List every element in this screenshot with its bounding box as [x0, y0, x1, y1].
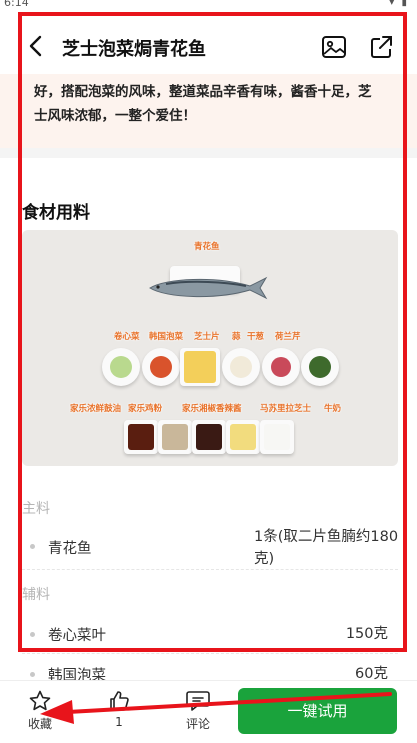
image-tag-mozzarella: 马苏里拉芝士: [260, 404, 312, 414]
bowl-soy-sauce: [124, 420, 158, 454]
image-tag-shallot: 干葱: [247, 332, 265, 342]
like-button[interactable]: 1: [89, 681, 149, 741]
image-tag-fish: 青花鱼: [194, 242, 220, 252]
star-icon: [29, 690, 51, 711]
bowl-milk: [260, 420, 294, 454]
fish-image: [149, 276, 268, 300]
ingredient-row: 卷心菜叶 150克: [22, 614, 398, 654]
bowl-mozzarella: [226, 420, 260, 454]
bowl-chili-sauce: [192, 420, 226, 454]
ingredients-title: 食材用料: [22, 203, 90, 223]
image-tag-milk: 牛奶: [324, 404, 342, 414]
share-button[interactable]: [369, 34, 393, 60]
bullet-dot: [30, 544, 35, 549]
bullet-dot: [30, 672, 35, 677]
bowl-chicken-powder: [158, 420, 192, 454]
main-ingredients-label: 主料: [22, 501, 50, 517]
ingredient-name: 青花鱼: [48, 541, 92, 557]
recipe-intro: 好，搭配泡菜的风味，整道菜品辛香有味，酱香十足，芝士风味浓郁，一整个爱住！: [0, 74, 417, 148]
plate-kimchi: [142, 348, 180, 386]
bottom-action-bar: 收藏 1 评论 一键试用: [0, 680, 417, 743]
ingredients-image: 青花鱼 卷心菜 韩国泡菜 芝士片 蒜 干葱 荷兰芹 家乐浓鲜鼓油 家乐鸡粉 家乐…: [22, 230, 398, 466]
intro-text: 好，搭配泡菜的风味，整道菜品辛香有味，酱香十足，芝士风味浓郁，一整个爱住！: [34, 84, 372, 124]
aux-ingredients-label: 辅料: [22, 587, 50, 603]
header: 芝士泡菜焗青花鱼: [0, 14, 417, 74]
section-divider: [0, 148, 417, 178]
image-tag-chicken-powder: 家乐鸡粉: [128, 404, 163, 414]
ingredient-amount: 150克: [345, 626, 388, 642]
ingredient-name: 卷心菜叶: [48, 628, 106, 644]
image-tag-kimchi: 韩国泡菜: [149, 332, 184, 342]
share-icon: [371, 36, 392, 58]
bullet-dot: [30, 632, 35, 637]
status-time: 6:14: [4, 0, 29, 9]
image-tag-cabbage: 卷心菜: [114, 332, 140, 342]
plate-garlic: [222, 348, 260, 386]
try-now-button[interactable]: 一键试用: [238, 688, 397, 734]
plate-parsley: [301, 348, 339, 386]
chevron-left-icon: [29, 35, 42, 57]
comment-icon: [186, 691, 210, 711]
image-tag-parsley: 荷兰芹: [275, 332, 301, 342]
image-tag-garlic: 蒜: [232, 332, 241, 342]
plate-cabbage: [102, 348, 140, 386]
image-tag-soy-sauce: 家乐浓鲜鼓油: [70, 404, 122, 414]
back-button[interactable]: [26, 34, 46, 58]
plate-cheese: [180, 348, 220, 386]
comment-button[interactable]: 评论: [168, 681, 228, 741]
favorite-label: 收藏: [27, 717, 52, 731]
status-bar: 6:14 ▾ ▮: [0, 0, 417, 14]
comment-label: 评论: [185, 717, 210, 731]
ingredient-amount: 1条(取二片鱼腩约180克): [254, 529, 399, 567]
image-tag-chili-sauce: 家乐湘椒香辣酱: [182, 404, 242, 414]
thumbs-up-icon: [110, 691, 129, 711]
ingredient-row: 青花鱼 1条(取二片鱼腩约180克): [22, 522, 398, 570]
plate-shallot: [262, 348, 300, 386]
like-count: 1: [115, 715, 123, 729]
image-icon: [322, 36, 346, 58]
image-button[interactable]: [321, 34, 347, 60]
image-tag-cheese-slice: 芝士片: [194, 332, 220, 342]
status-icons: ▾ ▮: [389, 0, 409, 8]
favorite-button[interactable]: 收藏: [10, 681, 70, 741]
page-title: 芝士泡菜焗青花鱼: [62, 39, 206, 60]
